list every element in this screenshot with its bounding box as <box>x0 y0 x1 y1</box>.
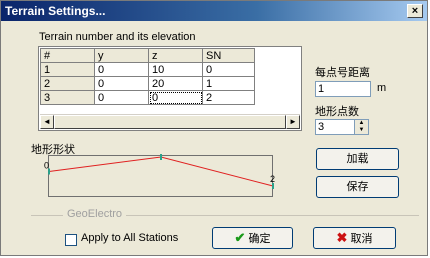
column-header[interactable]: SN <box>202 48 255 63</box>
spacing-unit: m <box>377 82 387 94</box>
column-header[interactable]: z <box>148 48 203 63</box>
table-cell[interactable]: 0 <box>94 62 149 77</box>
cancel-button[interactable]: ✖ 取消 <box>313 227 396 249</box>
column-header[interactable]: # <box>40 48 95 63</box>
row-header[interactable]: 3 <box>40 90 95 105</box>
spin-up-icon[interactable]: ▲ <box>355 120 368 127</box>
terrain-count-label: 地形点数 <box>315 106 359 118</box>
terrain-markers <box>48 154 274 189</box>
table-row: 1 0 10 0 <box>40 62 255 77</box>
table-cell[interactable]: 2 <box>202 90 255 105</box>
ok-button[interactable]: ✔ 确定 <box>212 227 293 249</box>
horizontal-scrollbar[interactable]: ◄ ► <box>40 114 300 129</box>
group-label: GeoElectro <box>63 208 127 220</box>
terrain-table: # y z SN 1 0 10 0 2 0 20 1 3 0 0 2 <box>40 48 255 105</box>
arrow-right-icon: ► <box>289 117 297 126</box>
scroll-left-button[interactable]: ◄ <box>40 115 54 129</box>
terrain-settings-dialog: Terrain Settings... × Terrain number and… <box>0 0 428 256</box>
save-button[interactable]: 保存 <box>316 176 399 198</box>
ok-button-label: 确定 <box>248 233 271 245</box>
table-header-row: # y z SN <box>40 48 255 63</box>
table-row: 2 0 20 1 <box>40 76 255 91</box>
terrain-shape-plot: 0 2 <box>44 154 275 189</box>
table-cell[interactable]: 0 <box>94 76 149 91</box>
cancel-button-label: 取消 <box>350 233 373 245</box>
row-header[interactable]: 2 <box>40 76 95 91</box>
table-cell[interactable]: 0 <box>94 90 149 105</box>
terrain-start-label: 0 <box>44 161 49 171</box>
grid-caption: Terrain number and its elevation <box>39 31 196 43</box>
row-header[interactable]: 1 <box>40 62 95 77</box>
spin-down-icon[interactable]: ▼ <box>355 127 368 134</box>
scroll-thumb[interactable] <box>54 115 286 129</box>
dialog-title: Terrain Settings... <box>5 4 106 18</box>
table-cell[interactable]: 0 <box>202 62 255 77</box>
title-bar: Terrain Settings... × <box>1 1 427 21</box>
terrain-count-spinner[interactable]: ▲ ▼ <box>355 119 369 135</box>
table-cell[interactable]: 20 <box>148 76 203 91</box>
close-icon: × <box>411 5 419 17</box>
terrain-count-input[interactable]: 3 <box>315 119 355 135</box>
apply-all-label[interactable]: Apply to All Stations <box>81 232 178 244</box>
table-row: 3 0 0 2 <box>40 90 255 105</box>
check-icon: ✔ <box>234 230 246 245</box>
spacing-label: 每点号距离 <box>315 67 370 79</box>
close-icon: ✖ <box>336 230 348 245</box>
terrain-point-marker <box>160 154 162 160</box>
table-cell[interactable]: 1 <box>202 76 255 91</box>
terrain-profile-line <box>48 156 274 187</box>
terrain-grid: # y z SN 1 0 10 0 2 0 20 1 3 0 0 2 ◄ ► <box>38 46 302 131</box>
scroll-right-button[interactable]: ► <box>286 115 300 129</box>
arrow-left-icon: ◄ <box>43 117 51 126</box>
close-button[interactable]: × <box>407 4 423 18</box>
terrain-end-label: 2 <box>270 174 275 184</box>
load-button[interactable]: 加载 <box>316 148 399 170</box>
column-header[interactable]: y <box>94 48 149 63</box>
spacing-input[interactable]: 1 <box>315 81 371 97</box>
apply-all-checkbox[interactable] <box>65 234 77 246</box>
table-cell[interactable]: 10 <box>148 62 203 77</box>
table-cell-focused[interactable]: 0 <box>148 90 203 105</box>
